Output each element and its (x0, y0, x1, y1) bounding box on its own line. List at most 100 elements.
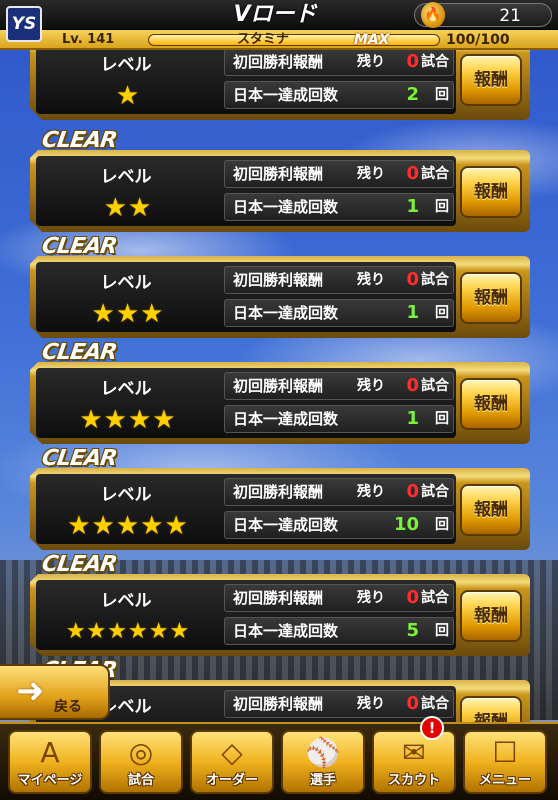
stamina-fill (149, 35, 439, 45)
scout-notification-badge: ! (420, 716, 444, 740)
back-button[interactable]: ➜ 戻る (0, 664, 110, 720)
card-panel: レベル ★★★★★★ 初回勝利報酬 残り 0 試合 日本一達成回数 5 回 (36, 580, 456, 650)
championship-unit: 回 (435, 411, 449, 427)
remain-unit: 試合 (421, 590, 449, 606)
reward-button[interactable]: 報酬 (460, 166, 522, 218)
championship-count-row: 日本一達成回数 10 回 (224, 511, 454, 539)
card-panel: レベル ★★★★★ 初回勝利報酬 残り 0 試合 日本一達成回数 10 回 (36, 474, 456, 544)
first-win-reward-row: 初回勝利報酬 残り 0 試合 (224, 160, 454, 188)
first-win-reward-row: 初回勝利報酬 残り 0 試合 (224, 584, 454, 612)
nav-label: メニュー (478, 773, 531, 788)
remain-label: 残り (357, 166, 385, 182)
card-panel: レベル ★★★ 初回勝利報酬 残り 0 試合 日本一達成回数 1 回 (36, 262, 456, 332)
nav-item-player[interactable]: ⚾ 選手 (281, 730, 365, 794)
first-win-reward-row: 初回勝利報酬 残り 0 試合 (224, 478, 454, 506)
level-list[interactable]: レベル ★ 初回勝利報酬 残り 0 試合 日本一達成回数 2 回 報酬 CLEA… (0, 50, 558, 730)
nav-label: マイページ (17, 773, 83, 788)
gold-value: 21 (499, 6, 521, 26)
level-label: レベル (100, 273, 152, 293)
level-label: レベル (100, 485, 152, 505)
level-card: レベル ★★ 初回勝利報酬 残り 0 試合 日本一達成回数 1 回 報酬 CLE… (30, 128, 530, 232)
remain-count: 0 (406, 587, 419, 608)
reward-button[interactable]: 報酬 (460, 272, 522, 324)
star-rating-icon: ★★ (103, 193, 153, 223)
clear-label: CLEAR (40, 552, 118, 577)
championship-count: 10 (393, 514, 419, 535)
remain-unit: 試合 (421, 378, 449, 394)
back-label: 戻る (54, 699, 82, 715)
nav-label: 試合 (127, 773, 154, 788)
nav-label: スカウト (387, 773, 440, 788)
card-panel: レベル ★ 初回勝利報酬 残り 0 試合 日本一達成回数 2 回 (36, 50, 456, 114)
remain-count: 0 (406, 693, 419, 714)
stadium-icon: ◎ (128, 736, 154, 769)
level-label: レベル (100, 591, 152, 611)
championship-count-row: 日本一達成回数 1 回 (224, 405, 454, 433)
championship-label: 日本一達成回数 (233, 516, 339, 534)
championship-count: 5 (406, 620, 419, 641)
stamina-value: 100/100 (446, 32, 510, 48)
championship-count: 2 (406, 84, 419, 105)
clear-label: CLEAR (40, 234, 118, 259)
remain-count: 0 (406, 481, 419, 502)
stamina-label: スタミナ (237, 32, 290, 47)
first-win-label: 初回勝利報酬 (233, 165, 324, 183)
remain-label: 残り (357, 590, 385, 606)
player-icon: ⚾ (305, 736, 341, 769)
stamina-bar (148, 34, 440, 46)
nav-label: オーダー (205, 773, 258, 788)
championship-unit: 回 (435, 305, 449, 321)
team-logo[interactable]: YS (6, 6, 42, 42)
remain-label: 残り (357, 378, 385, 394)
reward-button[interactable]: 報酬 (460, 378, 522, 430)
scout-icon: ✉ (402, 736, 426, 769)
reward-button[interactable]: 報酬 (460, 590, 522, 642)
clear-label: CLEAR (40, 446, 118, 471)
status-bar: Lv. 141 スタミナ MAX 100/100 (0, 30, 558, 50)
remain-unit: 試合 (421, 272, 449, 288)
remain-count: 0 (406, 375, 419, 396)
first-win-label: 初回勝利報酬 (233, 377, 324, 395)
mypage-icon: A (40, 736, 60, 769)
reward-button[interactable]: 報酬 (460, 484, 522, 536)
remain-unit: 試合 (421, 696, 449, 712)
nav-item-stadium[interactable]: ◎ 試合 (99, 730, 183, 794)
flame-coin-icon: 🔥 (421, 2, 445, 28)
star-rating-icon: ★ (115, 81, 141, 111)
nav-item-scout[interactable]: ✉ スカウト (372, 730, 456, 794)
level-card: レベル ★★★ 初回勝利報酬 残り 0 試合 日本一達成回数 1 回 報酬 CL… (30, 234, 530, 338)
level-label: レベル (100, 379, 152, 399)
remain-label: 残り (357, 484, 385, 500)
championship-label: 日本一達成回数 (233, 622, 339, 640)
remain-label: 残り (357, 696, 385, 712)
championship-count-row: 日本一達成回数 2 回 (224, 81, 454, 109)
first-win-reward-row: 初回勝利報酬 残り 0 試合 (224, 50, 454, 76)
reward-button[interactable]: 報酬 (460, 54, 522, 106)
gold-counter[interactable]: 🔥 21 (414, 2, 552, 28)
bottom-nav: ! A マイページ ◎ 試合 ◇ オーダー ⚾ 選手 ✉ スカウト ☐ メニュー (0, 716, 558, 800)
nav-item-menu[interactable]: ☐ メニュー (463, 730, 547, 794)
nav-item-field[interactable]: ◇ オーダー (190, 730, 274, 794)
card-panel: レベル ★★★★ 初回勝利報酬 残り 0 試合 日本一達成回数 1 回 (36, 368, 456, 438)
championship-count-row: 日本一達成回数 1 回 (224, 299, 454, 327)
first-win-reward-row: 初回勝利報酬 残り 0 試合 (224, 690, 454, 718)
championship-count-row: 日本一達成回数 5 回 (224, 617, 454, 645)
field-icon: ◇ (221, 736, 243, 769)
first-win-label: 初回勝利報酬 (233, 483, 324, 501)
championship-count: 1 (406, 196, 419, 217)
championship-unit: 回 (435, 87, 449, 103)
remain-unit: 試合 (421, 166, 449, 182)
championship-label: 日本一達成回数 (233, 198, 339, 216)
clear-label: CLEAR (40, 128, 118, 153)
card-panel: レベル ★★ 初回勝利報酬 残り 0 試合 日本一達成回数 1 回 (36, 156, 456, 226)
championship-count: 1 (406, 408, 419, 429)
star-rating-icon: ★★★ (91, 299, 165, 329)
top-bar: Vロード 🔥 21 (0, 0, 558, 30)
player-level: Lv. 141 (62, 32, 115, 47)
star-rating-icon: ★★★★★★ (65, 619, 191, 644)
first-win-label: 初回勝利報酬 (233, 271, 324, 289)
level-card: レベル ★ 初回勝利報酬 残り 0 試合 日本一達成回数 2 回 報酬 CLEA… (30, 50, 530, 120)
championship-unit: 回 (435, 517, 449, 533)
first-win-reward-row: 初回勝利報酬 残り 0 試合 (224, 266, 454, 294)
nav-item-mypage[interactable]: A マイページ (8, 730, 92, 794)
